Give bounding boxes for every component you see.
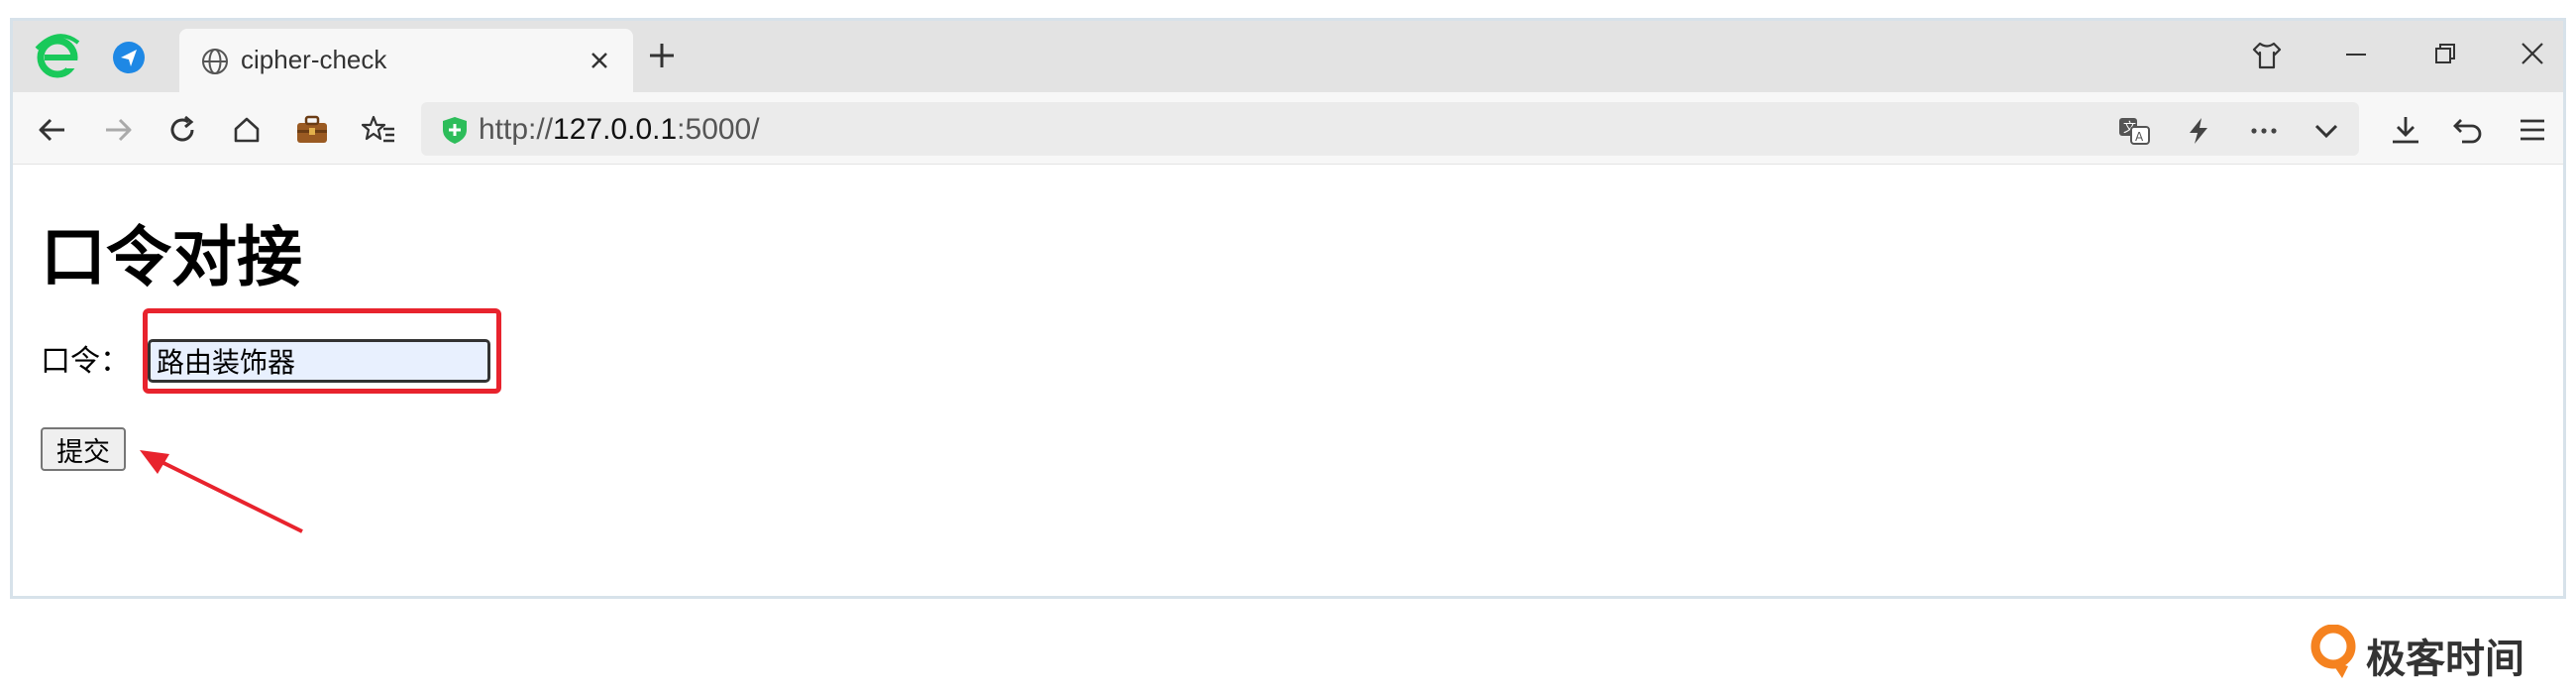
- home-icon[interactable]: [231, 114, 263, 146]
- page-content: 口令对接 口令： 提交: [13, 165, 2563, 596]
- tab-cipher-check[interactable]: cipher-check: [179, 29, 633, 92]
- close-window-icon[interactable]: [2518, 39, 2547, 68]
- skin-icon[interactable]: [2250, 39, 2284, 72]
- undo-icon[interactable]: [2452, 114, 2486, 146]
- url-port-path: :5000/: [677, 113, 760, 146]
- restore-icon[interactable]: [2430, 39, 2460, 68]
- send-icon[interactable]: [112, 41, 146, 74]
- tab-strip: cipher-check: [13, 21, 2563, 92]
- submit-button[interactable]: 提交: [41, 427, 126, 471]
- secure-shield-icon: [443, 117, 467, 144]
- annotation-arrow-icon: [140, 450, 303, 533]
- page-title: 口令对接: [41, 219, 302, 295]
- back-arrow-icon[interactable]: [37, 114, 68, 146]
- new-tab-icon[interactable]: [647, 41, 677, 70]
- reload-icon[interactable]: [166, 114, 198, 146]
- lightning-icon[interactable]: [2185, 116, 2212, 146]
- toolbox-icon[interactable]: [294, 114, 330, 146]
- browser-window: cipher-check http://127.0.0.1:5000/ 文 A …: [10, 18, 2566, 599]
- url-host: 127.0.0.1: [553, 113, 678, 146]
- geektime-logo-icon: [2310, 624, 2356, 678]
- download-icon[interactable]: [2389, 114, 2422, 146]
- menu-icon[interactable]: [2518, 114, 2547, 146]
- watermark: 极客时间: [2308, 624, 2524, 684]
- more-icon[interactable]: [2248, 116, 2280, 146]
- cipher-input[interactable]: [148, 339, 490, 383]
- url-scheme: http://: [479, 113, 554, 146]
- close-tab-icon[interactable]: [588, 49, 611, 72]
- navigation-bar: http://127.0.0.1:5000/ 文 A: [13, 92, 2563, 165]
- forward-arrow-icon[interactable]: [102, 114, 134, 146]
- minimize-icon[interactable]: [2341, 39, 2371, 68]
- chevron-down-icon[interactable]: [2311, 116, 2341, 146]
- tab-title: cipher-check: [241, 45, 387, 74]
- translate-icon[interactable]: 文 A: [2117, 116, 2151, 146]
- watermark-text: 极客时间: [2366, 637, 2524, 682]
- favorites-icon[interactable]: [362, 114, 395, 146]
- url-text[interactable]: http://127.0.0.1:5000/: [479, 113, 760, 147]
- browser-logo-icon[interactable]: [33, 31, 82, 82]
- svg-text:A: A: [2135, 130, 2144, 144]
- cipher-label: 口令：: [41, 344, 130, 379]
- address-bar[interactable]: http://127.0.0.1:5000/ 文 A: [421, 102, 2359, 156]
- globe-icon: [202, 49, 228, 74]
